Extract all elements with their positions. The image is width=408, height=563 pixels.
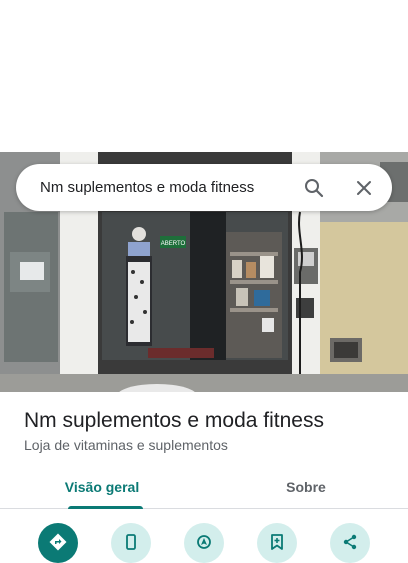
place-category[interactable]: Loja de vitaminas e suplementos xyxy=(24,437,228,453)
close-icon[interactable] xyxy=(352,176,376,200)
map-area-blank xyxy=(0,0,408,152)
directions-button[interactable] xyxy=(38,523,78,563)
search-bar[interactable]: Nm suplementos e moda fitness xyxy=(16,164,392,211)
share-button[interactable] xyxy=(330,523,370,563)
directions-icon xyxy=(49,533,67,551)
call-button[interactable] xyxy=(111,523,151,563)
tab-overview[interactable]: Visão geral xyxy=(0,466,204,508)
call-icon xyxy=(126,534,136,550)
tab-selected-indicator xyxy=(68,506,143,509)
start-navigation-icon xyxy=(197,535,211,549)
start-navigation-button[interactable] xyxy=(184,523,224,563)
open-sign: ABERTO xyxy=(161,241,186,247)
save-button[interactable] xyxy=(257,523,297,563)
tab-about[interactable]: Sobre xyxy=(204,466,408,508)
save-icon xyxy=(271,534,283,550)
place-title: Nm suplementos e moda fitness xyxy=(24,409,324,432)
share-icon xyxy=(343,534,357,550)
search-input[interactable]: Nm suplementos e moda fitness xyxy=(40,179,276,196)
search-icon[interactable] xyxy=(302,176,326,200)
place-tabs: Visão geral Sobre xyxy=(0,466,408,509)
